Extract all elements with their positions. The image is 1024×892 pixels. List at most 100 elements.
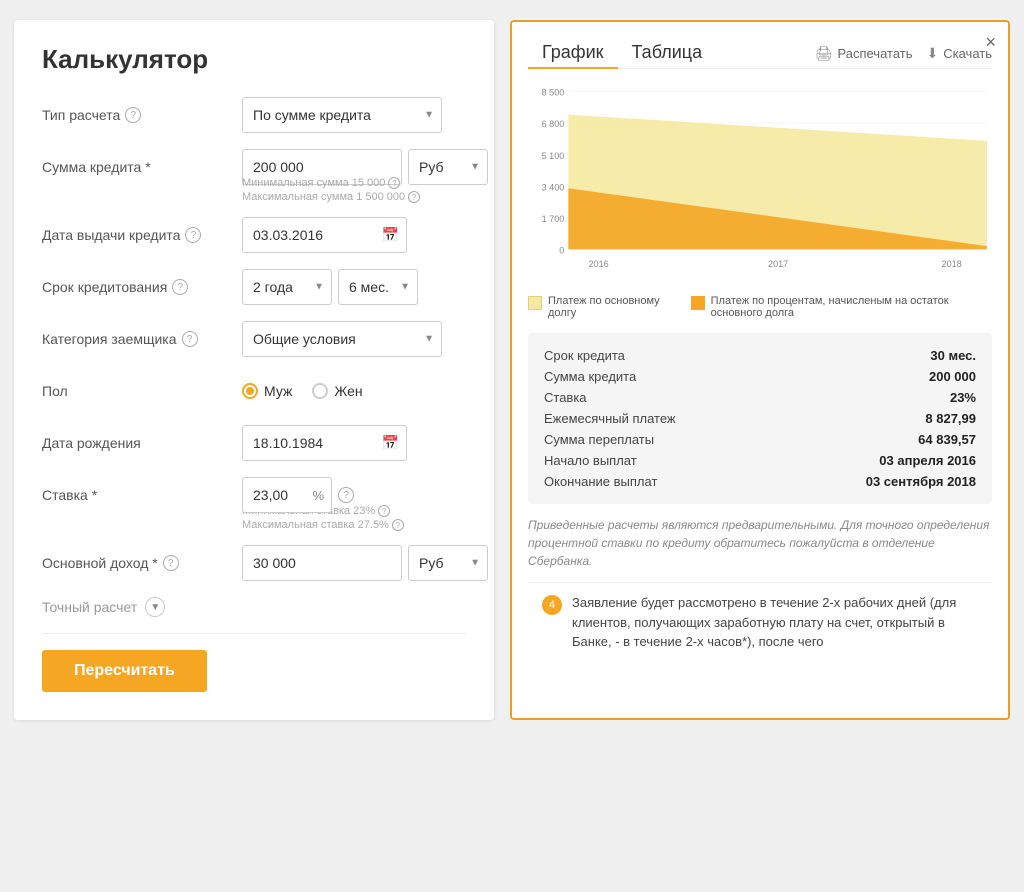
legend-interest: Платеж по процентам, начисленым на остат… <box>691 295 992 319</box>
summary-rate-label: Ставка <box>544 390 587 405</box>
print-button[interactable]: 🖨 Распечатать <box>815 45 913 62</box>
summary-row-overpay: Сумма переплаты 64 839,57 <box>544 429 976 450</box>
gender-male-radio[interactable] <box>242 383 258 399</box>
notification-number: 4 <box>542 595 562 615</box>
summary-term-value: 30 мес. <box>930 348 976 363</box>
income-row: Основной доход * ? Руб ▼ <box>42 545 466 581</box>
summary-term-label: Срок кредита <box>544 348 625 363</box>
legend-principal: Платеж по основному долгу <box>528 295 671 319</box>
currency-select[interactable]: Руб <box>408 149 488 185</box>
summary-start-label: Начало выплат <box>544 453 637 468</box>
chart-area: 8 500 6 800 5 100 3 400 1 700 0 2016 <box>528 83 992 283</box>
gender-female-radio[interactable] <box>312 383 328 399</box>
rate-label: Ставка * <box>42 487 242 503</box>
rate-input-wrapper: % <box>242 477 332 513</box>
svg-text:1 700: 1 700 <box>542 214 565 224</box>
gender-male-text: Муж <box>264 383 292 399</box>
summary-row-end: Окончание выплат 03 сентября 2018 <box>544 471 976 492</box>
rate-min-hint-icon: ? <box>378 505 390 517</box>
calc-type-controls: По сумме кредита ▼ <box>242 97 466 133</box>
summary-overpay-label: Сумма переплаты <box>544 432 654 447</box>
term-label: Срок кредитования ? <box>42 279 242 295</box>
recalc-button[interactable]: Пересчитать <box>42 650 207 692</box>
term-years-select[interactable]: 2 года <box>242 269 332 305</box>
currency-select-wrapper: Руб ▼ <box>408 149 488 185</box>
birthdate-controls: 📅 <box>242 425 466 461</box>
issue-date-controls: 📅 <box>242 217 466 253</box>
form-divider <box>42 633 466 634</box>
birthdate-label: Дата рождения <box>42 435 242 451</box>
summary-overpay-value: 64 839,57 <box>918 432 976 447</box>
issue-date-row: Дата выдачи кредита ? 📅 <box>42 217 466 253</box>
notification-area: 4 Заявление будет рассмотрено в течение … <box>528 582 992 662</box>
tab-chart[interactable]: График <box>528 38 618 69</box>
category-controls: Общие условия ▼ <box>242 321 466 357</box>
legend-interest-label: Платеж по процентам, начисленым на остат… <box>711 295 992 319</box>
issue-date-label: Дата выдачи кредита ? <box>42 227 242 243</box>
tabs-row: График Таблица 🖨 Распечатать ⬇ Скачать <box>528 38 992 69</box>
credit-sum-max-hint: Максимальная сумма 1 500 000 ? <box>242 191 466 203</box>
gender-female-text: Жен <box>334 383 362 399</box>
issue-date-input[interactable] <box>242 217 407 253</box>
term-row: Срок кредитования ? 2 года ▼ 6 мес. ▼ <box>42 269 466 305</box>
income-currency-select[interactable]: Руб <box>408 545 488 581</box>
birthdate-input[interactable] <box>242 425 407 461</box>
svg-text:2016: 2016 <box>589 259 609 269</box>
rate-max-hint-icon: ? <box>392 519 404 531</box>
download-button[interactable]: ⬇ Скачать <box>927 45 992 62</box>
max-hint-icon: ? <box>408 191 420 203</box>
calc-type-label: Тип расчета ? <box>42 107 242 123</box>
gender-radio-group: Муж Жен <box>242 383 363 399</box>
income-input[interactable] <box>242 545 402 581</box>
rate-percent-symbol: % <box>312 488 324 503</box>
notification-text: Заявление будет рассмотрено в течение 2-… <box>572 593 978 652</box>
issue-date-help-icon[interactable]: ? <box>185 227 201 243</box>
gender-controls: Муж Жен <box>242 383 466 399</box>
gender-male-label[interactable]: Муж <box>242 383 292 399</box>
summary-row-term: Срок кредита 30 мес. <box>544 345 976 366</box>
calc-type-help-icon[interactable]: ? <box>125 107 141 123</box>
tab-table[interactable]: Таблица <box>618 38 717 69</box>
summary-row-sum: Сумма кредита 200 000 <box>544 366 976 387</box>
birthdate-wrapper: 📅 <box>242 425 407 461</box>
birthdate-row: Дата рождения 📅 <box>42 425 466 461</box>
category-help-icon[interactable]: ? <box>182 331 198 347</box>
summary-sum-label: Сумма кредита <box>544 369 636 384</box>
svg-text:3 400: 3 400 <box>542 182 565 192</box>
term-years-wrapper: 2 года ▼ <box>242 269 332 305</box>
close-button[interactable]: × <box>985 32 996 53</box>
calculator-panel: Калькулятор Тип расчета ? По сумме креди… <box>14 20 494 720</box>
calc-type-select-wrapper: По сумме кредита ▼ <box>242 97 442 133</box>
summary-row-monthly: Ежемесячный платеж 8 827,99 <box>544 408 976 429</box>
precise-calc-chevron-icon[interactable]: ▼ <box>145 597 165 617</box>
legend-principal-color <box>528 296 542 310</box>
term-months-wrapper: 6 мес. ▼ <box>338 269 418 305</box>
chart-svg: 8 500 6 800 5 100 3 400 1 700 0 2016 <box>528 83 992 283</box>
gender-female-label[interactable]: Жен <box>312 383 362 399</box>
summary-row-start: Начало выплат 03 апреля 2016 <box>544 450 976 471</box>
income-label: Основной доход * ? <box>42 555 242 571</box>
svg-text:2017: 2017 <box>768 259 788 269</box>
term-months-select[interactable]: 6 мес. <box>338 269 418 305</box>
gender-row: Пол Муж Жен <box>42 373 466 409</box>
summary-box: Срок кредита 30 мес. Сумма кредита 200 0… <box>528 333 992 504</box>
credit-sum-block: Сумма кредита * Руб ▼ Минимальная сумма … <box>42 149 466 203</box>
calc-type-select[interactable]: По сумме кредита <box>242 97 442 133</box>
category-select-wrapper: Общие условия ▼ <box>242 321 442 357</box>
rate-max-hint: Максимальная ставка 27.5% ? <box>242 519 466 531</box>
tab-actions: 🖨 Распечатать ⬇ Скачать <box>815 45 992 62</box>
category-label: Категория заемщика ? <box>42 331 242 347</box>
min-hint-icon: ? <box>388 177 400 189</box>
disclaimer-text: Приведенные расчеты являются предварител… <box>528 516 992 570</box>
rate-help-icon[interactable]: ? <box>338 487 354 503</box>
summary-monthly-label: Ежемесячный платеж <box>544 411 676 426</box>
term-help-icon[interactable]: ? <box>172 279 188 295</box>
print-icon: 🖨 <box>815 45 833 62</box>
download-icon: ⬇ <box>927 45 939 62</box>
category-select[interactable]: Общие условия <box>242 321 442 357</box>
credit-sum-label: Сумма кредита * <box>42 159 242 175</box>
svg-text:0: 0 <box>559 245 564 255</box>
income-help-icon[interactable]: ? <box>163 555 179 571</box>
legend-principal-label: Платеж по основному долгу <box>548 295 671 319</box>
notification-item: 4 Заявление будет рассмотрено в течение … <box>542 593 978 652</box>
